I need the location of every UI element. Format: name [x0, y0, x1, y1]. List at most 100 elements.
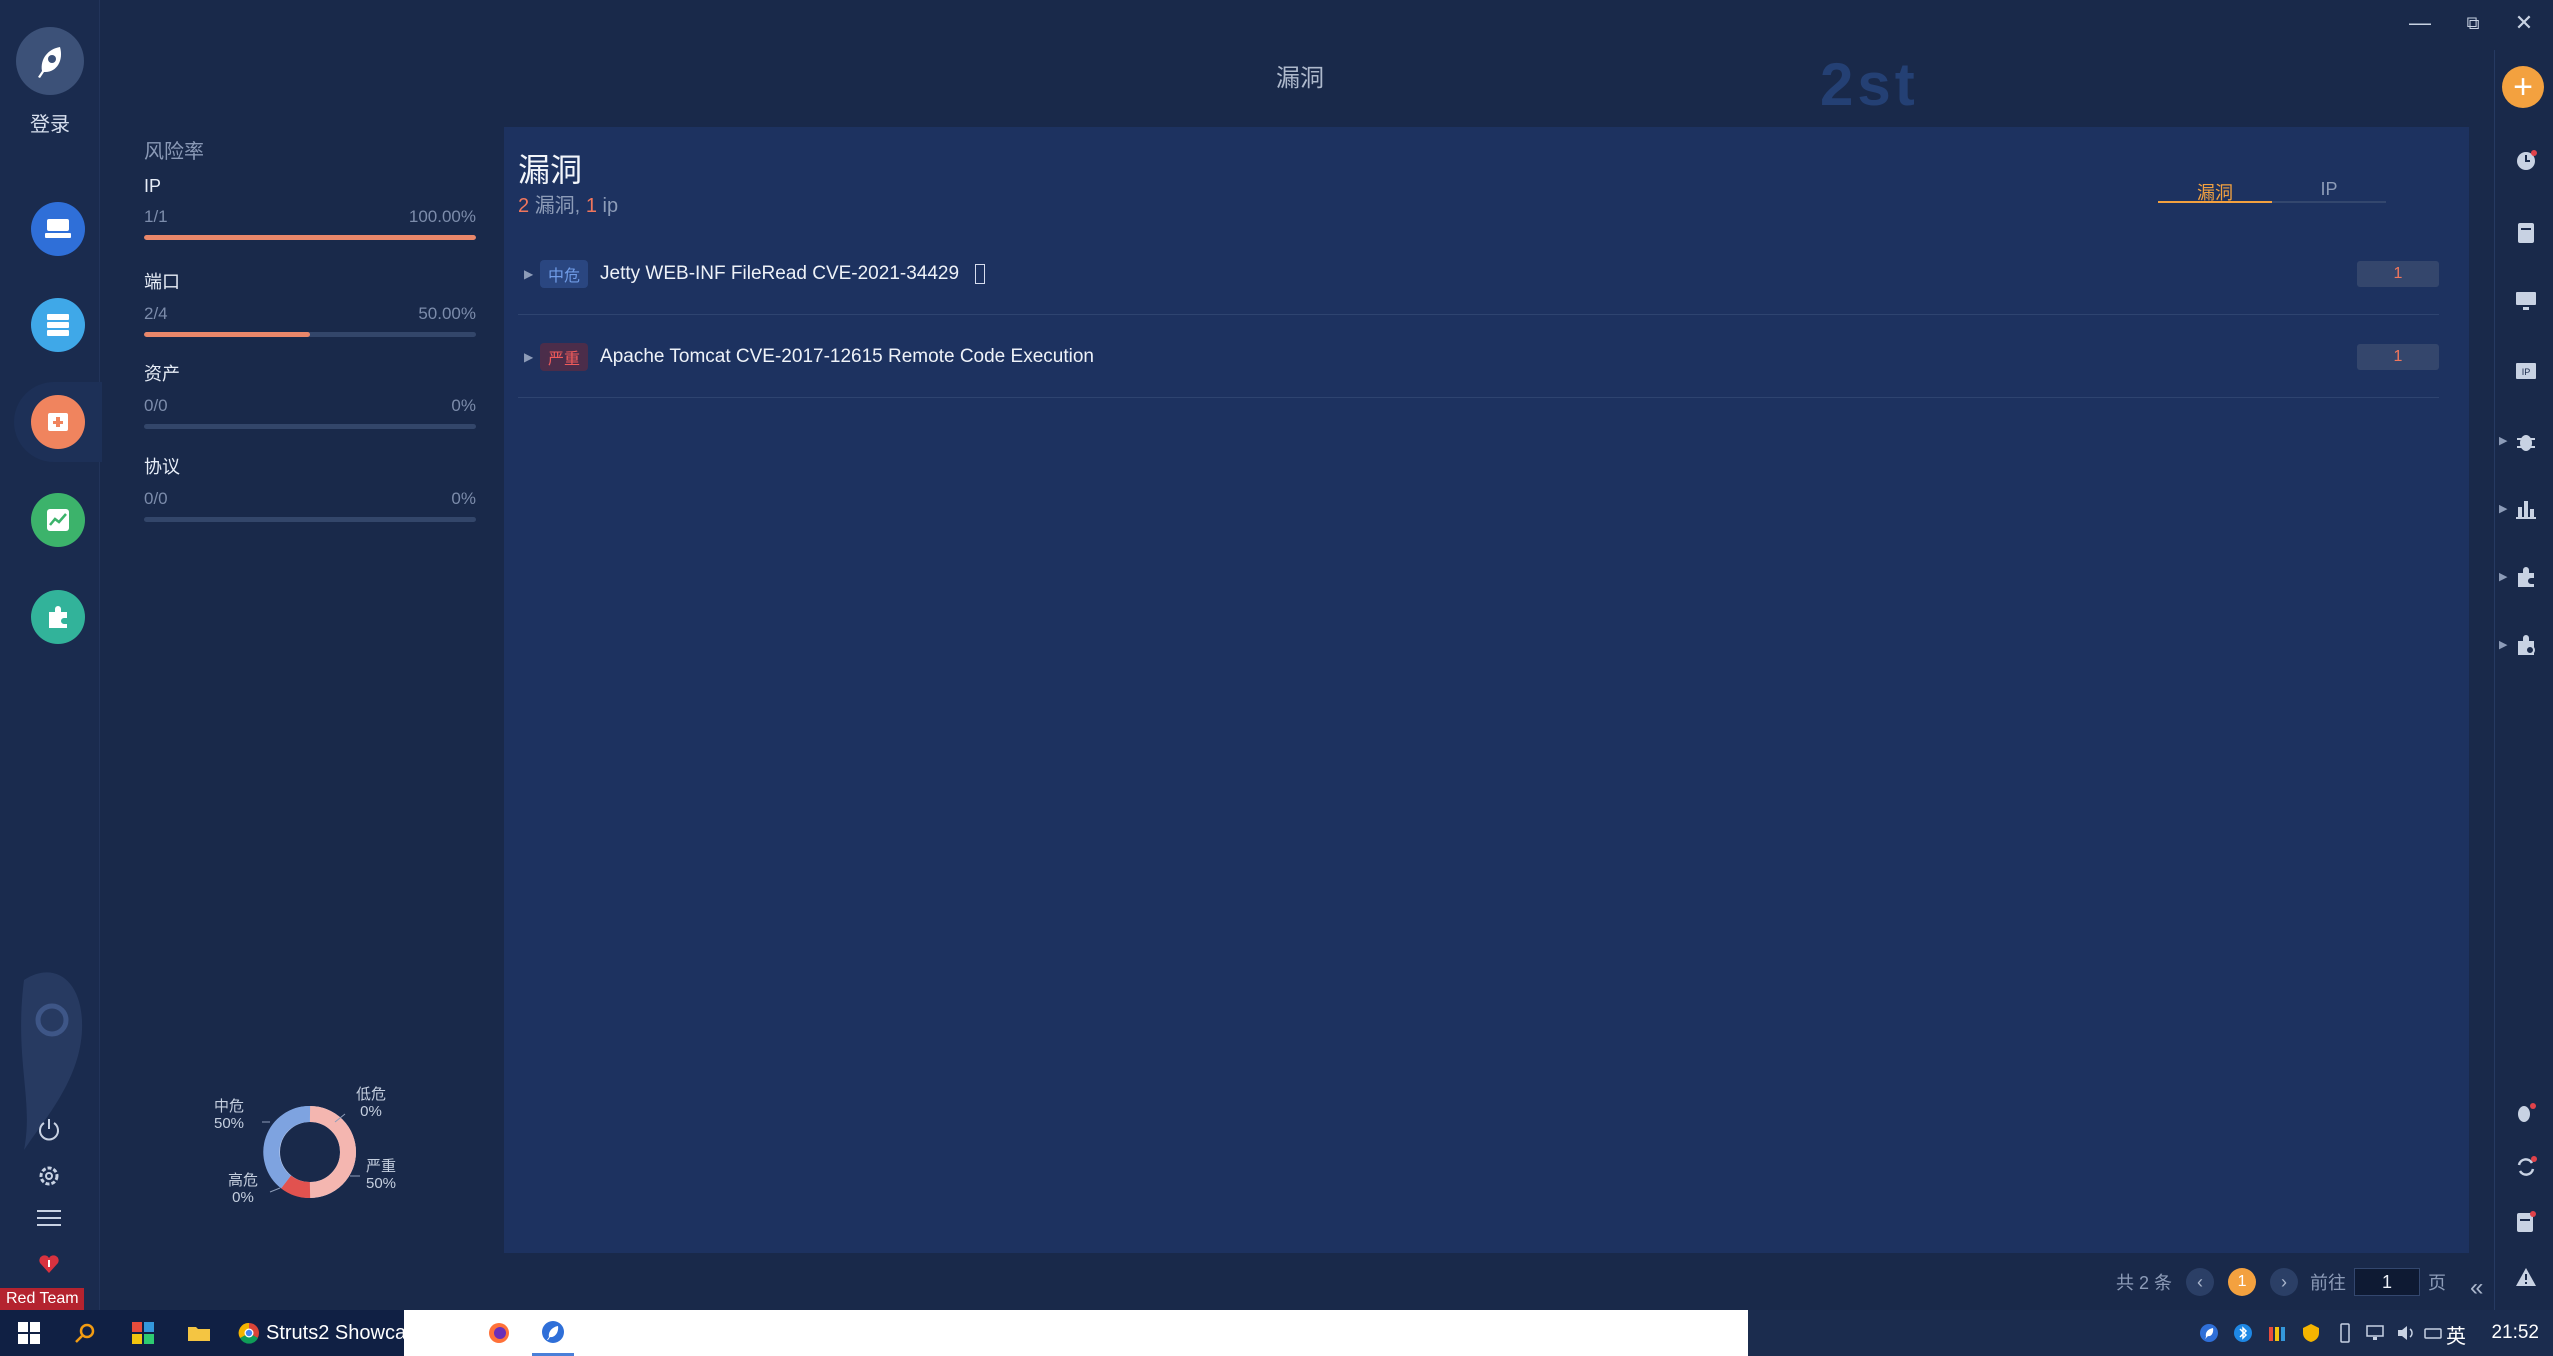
menu-button[interactable]: [32, 1201, 66, 1235]
prev-page-button[interactable]: ‹: [2186, 1268, 2215, 1296]
plugin-icon: [49, 606, 67, 628]
nav-report[interactable]: [31, 395, 85, 449]
bug-settings-button[interactable]: [2509, 1096, 2543, 1130]
risk-item-port: 端口 2/4 50.00%: [144, 268, 476, 337]
next-page-button[interactable]: ›: [2270, 1268, 2299, 1296]
risk-item-protocol: 协议 0/0 0%: [144, 453, 476, 522]
plugin-settings-button[interactable]: [2509, 628, 2543, 662]
expand-arrow-icon: ▶: [2499, 503, 2508, 515]
ip-count-label: ip: [602, 195, 619, 217]
tray-colorful-app[interactable]: [2266, 1322, 2288, 1344]
nav-chart[interactable]: [31, 493, 85, 547]
expand-caret-icon[interactable]: ▶: [518, 267, 540, 281]
chrome-window-title: Struts2 Showcas: [266, 1321, 417, 1344]
bluetooth-icon: [2234, 1324, 2252, 1342]
settings-button[interactable]: [32, 1159, 66, 1193]
table-row[interactable]: ▶ 严重 Apache Tomcat CVE-2017-12615 Remote…: [518, 316, 2439, 398]
table-row[interactable]: ▶ 中危 Jetty WEB-INF FileRead CVE-2021-344…: [518, 233, 2439, 315]
panel-title: 漏洞: [518, 152, 583, 188]
vuln-name[interactable]: Apache Tomcat CVE-2017-12615 Remote Code…: [600, 346, 1094, 368]
usb-icon: [2340, 1323, 2350, 1343]
plugin-button[interactable]: [2509, 560, 2543, 594]
vuln-name[interactable]: Jetty WEB-INF FileRead CVE-2021-34429: [600, 263, 959, 285]
redteam-badge-button[interactable]: [32, 1247, 66, 1281]
taskbar-firefox[interactable]: [478, 1310, 520, 1356]
network-icon: [2366, 1325, 2384, 1340]
nav-plugin[interactable]: [31, 590, 85, 644]
nav-server[interactable]: [31, 202, 85, 256]
tray-bluetooth[interactable]: [2232, 1322, 2254, 1344]
power-button[interactable]: [32, 1112, 66, 1146]
tray-network[interactable]: [2364, 1322, 2386, 1344]
warning-button[interactable]: [2509, 1260, 2543, 1294]
notes-button[interactable]: [2509, 1205, 2543, 1239]
history-button[interactable]: [2509, 144, 2543, 178]
risk-progress-track: [144, 332, 476, 337]
taskbar-chrome-window[interactable]: Struts2 Showcas: [238, 1310, 468, 1356]
donut-ring-critical: [309, 1106, 356, 1198]
current-page[interactable]: 1: [2228, 1268, 2257, 1296]
bug-icon: [2517, 435, 2535, 451]
goto-page-input[interactable]: 1: [2354, 1268, 2421, 1296]
tray-app-icon[interactable]: [2198, 1322, 2220, 1344]
tab-ip[interactable]: IP: [2272, 179, 2386, 201]
puzzle-gear-icon: [2518, 635, 2535, 655]
taskbar-file-explorer[interactable]: [178, 1310, 220, 1356]
database-icon: [47, 314, 69, 336]
hamburger-icon: [37, 1210, 61, 1226]
tray-usb[interactable]: [2334, 1322, 2356, 1344]
risk-name: IP: [144, 176, 162, 196]
taskbar-search-button[interactable]: [64, 1310, 106, 1356]
restore-button[interactable]: ⧉: [2453, 8, 2493, 38]
taskbar-scanner-app[interactable]: [532, 1310, 574, 1356]
taskbar-app-tiles[interactable]: [122, 1310, 164, 1356]
monitor-icon: [2516, 292, 2536, 310]
close-button[interactable]: ✕: [2504, 8, 2544, 38]
keyboard-icon: [2424, 1328, 2442, 1339]
windows-logo-icon: [18, 1322, 40, 1344]
expand-arrow-icon: ▶: [2499, 571, 2508, 583]
chevron-right-icon: ›: [2281, 1271, 2288, 1292]
login-link[interactable]: 登录: [0, 108, 100, 137]
expand-caret-icon[interactable]: ▶: [518, 350, 540, 364]
vuln-count-label: 漏洞,: [534, 195, 581, 217]
vuln-panel: 漏洞 2 漏洞, 1 ip 漏洞 IP ▶ 中危 Jetty WEB-INF F…: [504, 127, 2469, 1253]
chrome-icon: [238, 1322, 259, 1344]
risk-name: 资产: [144, 364, 180, 384]
tray-shield[interactable]: [2300, 1322, 2322, 1344]
sync-button[interactable]: [2509, 1150, 2543, 1184]
redteam-label: Red Team: [0, 1288, 84, 1310]
risk-progress-track: [144, 517, 476, 522]
shield-icon: [2303, 1324, 2319, 1342]
page-label: 页: [2428, 1273, 2447, 1293]
tab-vuln[interactable]: 漏洞: [2158, 179, 2272, 203]
feather-app-icon: [542, 1320, 564, 1343]
start-button[interactable]: [8, 1310, 50, 1356]
windows-taskbar: Struts2 Showcas 英 21:52: [0, 1310, 2553, 1356]
expand-arrow-icon: ▶: [2499, 639, 2508, 651]
monitor-button[interactable]: [2509, 284, 2543, 318]
tray-volume[interactable]: [2396, 1322, 2418, 1344]
collapse-panel-button[interactable]: «: [2470, 1274, 2483, 1302]
panel-summary: 2 漏洞, 1 ip: [518, 189, 618, 218]
nav-database[interactable]: [31, 298, 85, 352]
leader-line: [269, 1187, 281, 1193]
tray-keyboard[interactable]: [2422, 1322, 2444, 1344]
input-language[interactable]: 英: [2446, 1320, 2466, 1349]
risk-name: 端口: [144, 272, 180, 292]
stats-button[interactable]: [2509, 492, 2543, 526]
svg-text:IP: IP: [2522, 367, 2531, 377]
ip-button[interactable]: IP: [2509, 355, 2543, 389]
bug-button[interactable]: [2509, 424, 2543, 458]
document-button[interactable]: [2509, 216, 2543, 250]
bar-chart-icon: [2516, 501, 2536, 519]
app-logo[interactable]: [16, 27, 84, 95]
expand-arrow-icon: ▶: [2499, 435, 2508, 447]
taskbar-clock[interactable]: 21:52: [2491, 1322, 2539, 1344]
minimize-button[interactable]: —: [2400, 8, 2440, 38]
total-count: 共 2 条: [2116, 1273, 2173, 1293]
risk-progress-track: [144, 424, 476, 429]
clock-icon: [2517, 150, 2537, 170]
close-icon: ✕: [2514, 10, 2534, 35]
document-icon: [2518, 223, 2534, 243]
